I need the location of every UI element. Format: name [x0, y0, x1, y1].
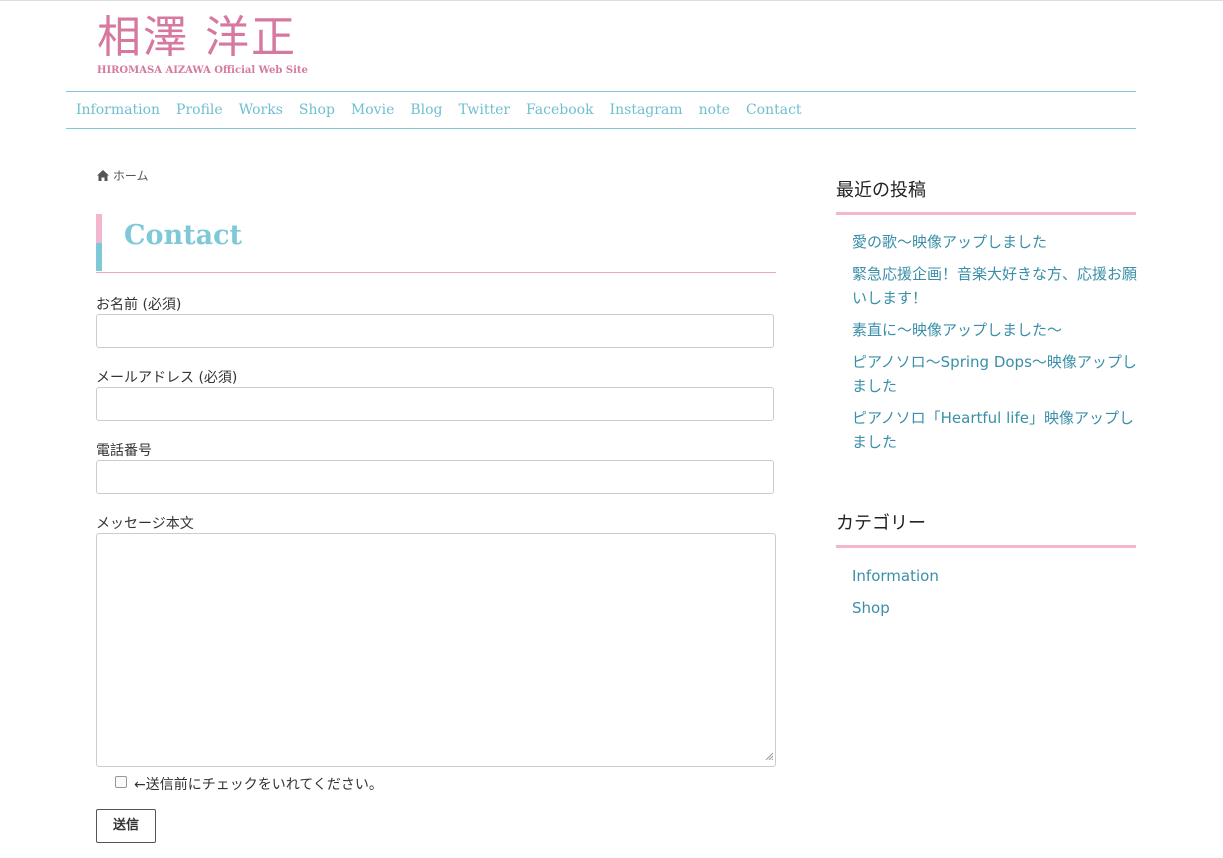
recent-post-link[interactable]: 緊急応援企画！音楽大好きな方、応援お願いします！	[852, 262, 1140, 310]
category-link[interactable]: Information	[852, 564, 1140, 588]
message-label: メッセージ本文	[96, 516, 194, 532]
nav-item-contact[interactable]: Contact	[746, 92, 802, 128]
recent-posts-heading: 最近の投稿	[836, 176, 1136, 215]
confirm-checkbox[interactable]	[115, 776, 127, 788]
main-nav: Information Profile Works Shop Movie Blog Twit…	[66, 91, 1136, 129]
recent-post-link[interactable]: 素直に〜映像アップしました〜	[852, 318, 1140, 342]
title-accent-blue	[96, 243, 102, 271]
breadcrumb-home-link[interactable]: ホーム	[113, 169, 149, 183]
recent-post-link[interactable]: 愛の歌〜映像アップしました	[852, 230, 1140, 254]
page-title: Contact	[96, 214, 776, 273]
nav-item-instagram[interactable]: Instagram	[610, 92, 683, 128]
site-logo[interactable]: 相澤 洋正 HIROMASA AIZAWA Official Web Site	[97, 12, 308, 77]
home-icon	[97, 169, 109, 184]
breadcrumb: ホーム	[97, 167, 148, 184]
nav-item-twitter[interactable]: Twitter	[459, 92, 511, 128]
categories-list: Information Shop	[852, 564, 1140, 628]
nav-item-movie[interactable]: Movie	[351, 92, 394, 128]
logo-title: 相澤 洋正	[97, 12, 297, 63]
resize-grip-icon[interactable]	[765, 745, 774, 764]
nav-item-blog[interactable]: Blog	[410, 92, 442, 128]
category-link[interactable]: Shop	[852, 596, 1140, 620]
confirm-checkbox-label: ←送信前にチェックをいれてください。	[134, 777, 383, 793]
email-field[interactable]	[96, 387, 774, 421]
name-field[interactable]	[96, 314, 774, 348]
nav-item-works[interactable]: Works	[239, 92, 283, 128]
recent-posts-list: 愛の歌〜映像アップしました 緊急応援企画！音楽大好きな方、応援お願いします！ 素…	[852, 230, 1140, 462]
nav-item-note[interactable]: note	[699, 92, 730, 128]
page-title-text: Contact	[124, 220, 243, 251]
nav-item-information[interactable]: Information	[76, 92, 160, 128]
name-label: お名前 (必須)	[96, 297, 182, 313]
logo-subtitle: HIROMASA AIZAWA Official Web Site	[97, 65, 308, 76]
recent-post-link[interactable]: ピアノソロ〜Spring Dops〜映像アップしました	[852, 350, 1140, 398]
recent-post-link[interactable]: ピアノソロ「Heartful life」映像アップしました	[852, 406, 1140, 454]
top-divider	[0, 0, 1223, 1]
title-accent-pink	[96, 214, 102, 243]
nav-item-shop[interactable]: Shop	[299, 92, 335, 128]
email-label: メールアドレス (必須)	[96, 370, 238, 386]
nav-item-profile[interactable]: Profile	[176, 92, 223, 128]
submit-button[interactable]: 送信	[96, 809, 156, 843]
nav-item-facebook[interactable]: Facebook	[526, 92, 594, 128]
phone-label: 電話番号	[96, 443, 152, 459]
phone-field[interactable]	[96, 460, 774, 494]
message-textarea[interactable]	[96, 533, 776, 767]
categories-heading: カテゴリー	[836, 509, 1136, 548]
